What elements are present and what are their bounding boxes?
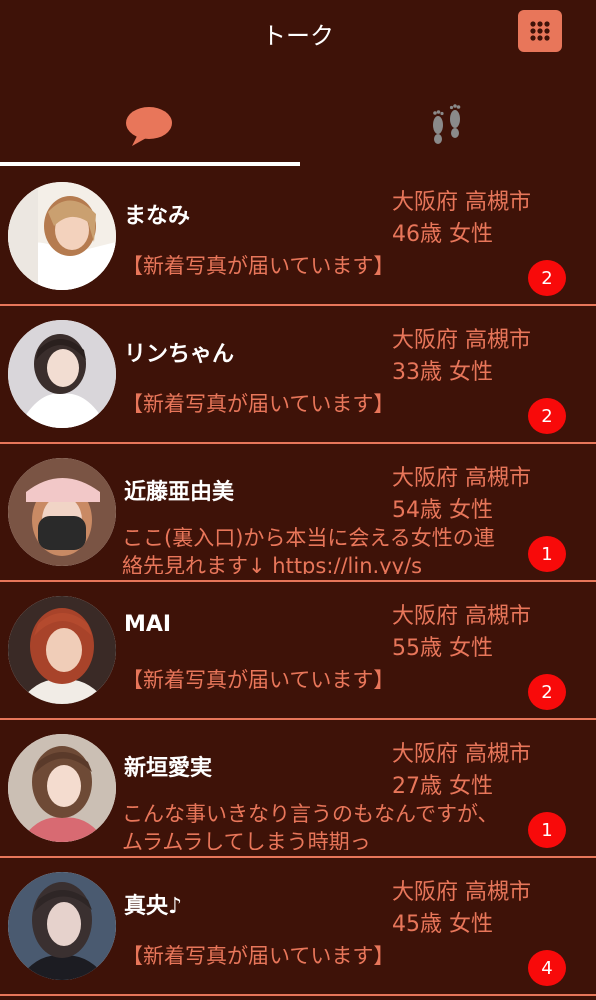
page-title: トーク <box>262 22 334 50</box>
message-preview: こんな事いきなり言うのもなんですが、ムラムラしてしまう時期っ <box>122 802 499 850</box>
contact-age-gender: 33歳 女性 <box>392 360 493 385</box>
active-tab-indicator <box>0 162 300 166</box>
conversation-list: まなみ 大阪府 高槻市 46歳 女性 【新着写真が届いています】 2 リンちゃん… <box>0 168 596 996</box>
avatar <box>8 320 116 428</box>
unread-badge: 2 <box>528 674 566 710</box>
avatar <box>8 182 116 290</box>
conversation-row[interactable]: 新垣愛実 大阪府 高槻市 27歳 女性 こんな事いきなり言うのもなんですが、ムラ… <box>0 720 596 858</box>
message-preview: 【新着写真が届いています】 <box>122 668 395 692</box>
contact-age-gender: 27歳 女性 <box>392 774 493 799</box>
contact-location: 大阪府 高槻市 <box>392 190 531 215</box>
avatar <box>8 734 116 842</box>
contact-location: 大阪府 高槻市 <box>392 604 531 629</box>
unread-badge: 1 <box>528 536 566 572</box>
grid-menu-icon <box>530 21 550 41</box>
chat-bubble-icon <box>126 107 172 146</box>
avatar <box>8 458 116 566</box>
message-preview: 【新着写真が届いています】 <box>122 944 395 968</box>
contact-name: 真央♪ <box>124 894 183 919</box>
tab-footprints[interactable] <box>298 88 596 164</box>
contact-name: リンちゃん <box>124 342 235 367</box>
app-header: トーク <box>0 0 596 66</box>
conversation-row[interactable]: 真央♪ 大阪府 高槻市 45歳 女性 【新着写真が届いています】 4 <box>0 858 596 996</box>
message-preview: 【新着写真が届いています】 <box>122 392 395 416</box>
contact-age-gender: 45歳 女性 <box>392 912 493 937</box>
footprints-icon <box>433 104 461 144</box>
contact-name: 新垣愛実 <box>124 756 213 781</box>
contact-location: 大阪府 高槻市 <box>392 328 531 353</box>
conversation-row[interactable]: リンちゃん 大阪府 高槻市 33歳 女性 【新着写真が届いています】 2 <box>0 306 596 444</box>
conversation-row[interactable]: まなみ 大阪府 高槻市 46歳 女性 【新着写真が届いています】 2 <box>0 168 596 306</box>
contact-location: 大阪府 高槻市 <box>392 466 531 491</box>
contact-location: 大阪府 高槻市 <box>392 880 531 905</box>
grid-menu-button[interactable] <box>518 10 562 52</box>
message-preview: 【新着写真が届いています】 <box>122 254 395 278</box>
contact-location: 大阪府 高槻市 <box>392 742 531 767</box>
conversation-row[interactable]: 近藤亜由美 大阪府 高槻市 54歳 女性 ここ(裏入口)から本当に会える女性の連… <box>0 444 596 582</box>
unread-badge: 2 <box>528 260 566 296</box>
conversation-row[interactable]: MAI 大阪府 高槻市 55歳 女性 【新着写真が届いています】 2 <box>0 582 596 720</box>
contact-age-gender: 55歳 女性 <box>392 636 493 661</box>
avatar <box>8 596 116 704</box>
unread-badge: 2 <box>528 398 566 434</box>
unread-badge: 1 <box>528 812 566 848</box>
contact-name: まなみ <box>124 204 191 229</box>
contact-name: MAI <box>124 612 172 637</box>
contact-age-gender: 54歳 女性 <box>392 498 493 523</box>
unread-badge: 4 <box>528 950 566 986</box>
tab-bar <box>0 88 596 168</box>
contact-name: 近藤亜由美 <box>124 480 235 505</box>
contact-age-gender: 46歳 女性 <box>392 222 493 247</box>
tab-talk[interactable] <box>0 88 298 164</box>
message-preview: ここ(裏入口)から本当に会える女性の連絡先見れます↓ https://lin.y… <box>122 526 495 574</box>
avatar <box>8 872 116 980</box>
